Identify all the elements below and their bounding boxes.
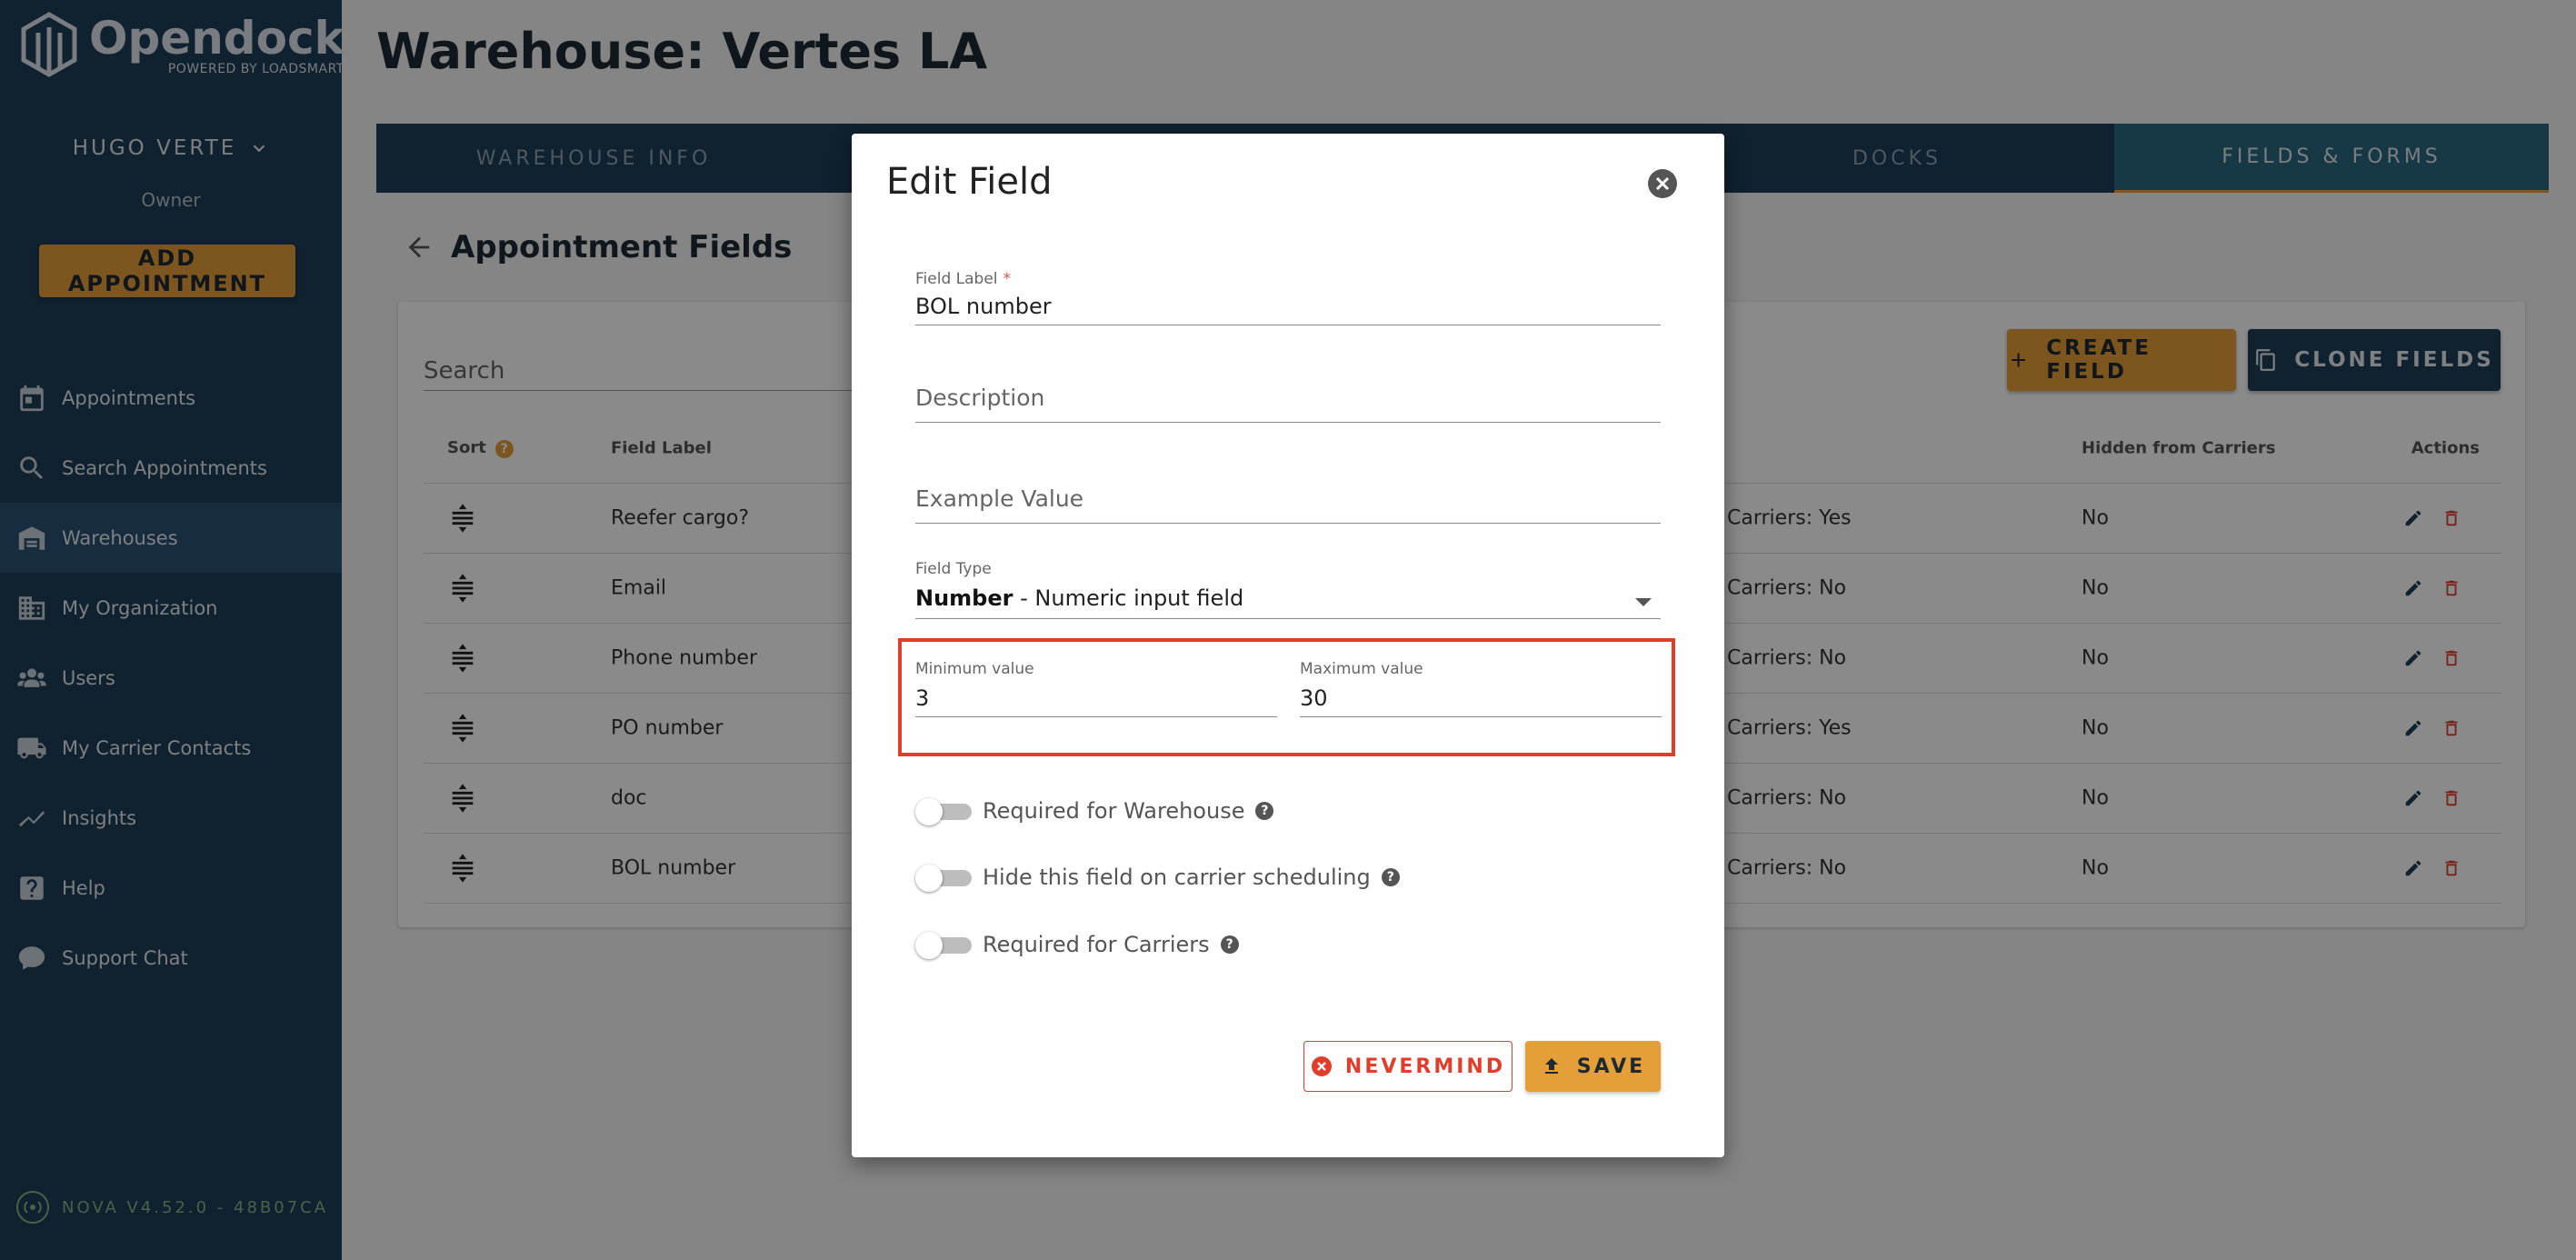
cancel-circle-icon: [1311, 1056, 1332, 1076]
save-button[interactable]: SAVE: [1525, 1041, 1661, 1092]
required-for-carriers-label: Required for Carriers: [983, 932, 1210, 957]
description-input[interactable]: Description: [915, 385, 1661, 423]
help-circle-icon[interactable]: ?: [1255, 802, 1274, 820]
example-value-placeholder[interactable]: Example Value: [915, 485, 1661, 524]
required-for-warehouse-label: Required for Warehouse: [983, 798, 1245, 824]
min-max-highlight: Minimum value 3 Maximum value 30: [898, 638, 1675, 756]
nevermind-label: NEVERMIND: [1344, 1055, 1506, 1078]
dialog-title: Edit Field: [886, 161, 1053, 203]
field-label-caption: Field Label *: [915, 270, 1661, 288]
minimum-value-input[interactable]: Minimum value 3: [915, 660, 1277, 717]
upload-icon: [1544, 1058, 1558, 1074]
maximum-value-caption: Maximum value: [1300, 660, 1423, 678]
field-type-select[interactable]: Field Type Number - Numeric input field: [915, 560, 1661, 619]
maximum-value-input[interactable]: Maximum value 30: [1300, 660, 1662, 717]
minimum-value-caption: Minimum value: [915, 660, 1034, 678]
field-type-bold: Number: [915, 585, 1013, 611]
required-asterisk: *: [1003, 270, 1012, 288]
required-for-carriers-switch[interactable]: [915, 930, 972, 959]
required-for-warehouse-switch[interactable]: [915, 796, 972, 825]
example-value-input[interactable]: Example Value: [915, 485, 1661, 524]
field-type-value[interactable]: Number - Numeric input field: [915, 585, 1661, 619]
field-label-caption-text: Field Label: [915, 270, 998, 288]
switch-knob: [915, 865, 943, 892]
nevermind-button[interactable]: NEVERMIND: [1303, 1041, 1513, 1092]
maximum-value[interactable]: 30: [1300, 685, 1662, 717]
switch-knob: [915, 798, 943, 825]
save-label: SAVE: [1576, 1055, 1646, 1078]
minimum-value[interactable]: 3: [915, 685, 1277, 717]
dropdown-arrow-icon[interactable]: [1635, 598, 1652, 606]
close-icon[interactable]: [1647, 168, 1678, 199]
field-type-desc: - Numeric input field: [1013, 585, 1244, 611]
required-for-carriers-toggle-row: Required for Carriers ?: [915, 930, 1239, 959]
edit-field-dialog: Edit Field Field Label * BOL number Descr…: [852, 134, 1724, 1157]
field-label-input[interactable]: Field Label * BOL number: [915, 270, 1661, 325]
field-type-caption: Field Type: [915, 560, 992, 578]
hide-on-carrier-scheduling-toggle-row: Hide this field on carrier scheduling ?: [915, 863, 1400, 892]
required-for-warehouse-toggle-row: Required for Warehouse ?: [915, 796, 1274, 825]
help-circle-icon[interactable]: ?: [1381, 868, 1400, 886]
description-placeholder[interactable]: Description: [915, 385, 1661, 423]
hide-on-carrier-scheduling-label: Hide this field on carrier scheduling: [983, 865, 1371, 890]
help-circle-icon[interactable]: ?: [1220, 935, 1239, 954]
switch-knob: [915, 932, 943, 959]
field-label-value[interactable]: BOL number: [915, 294, 1661, 325]
hide-on-carrier-scheduling-switch[interactable]: [915, 863, 972, 892]
